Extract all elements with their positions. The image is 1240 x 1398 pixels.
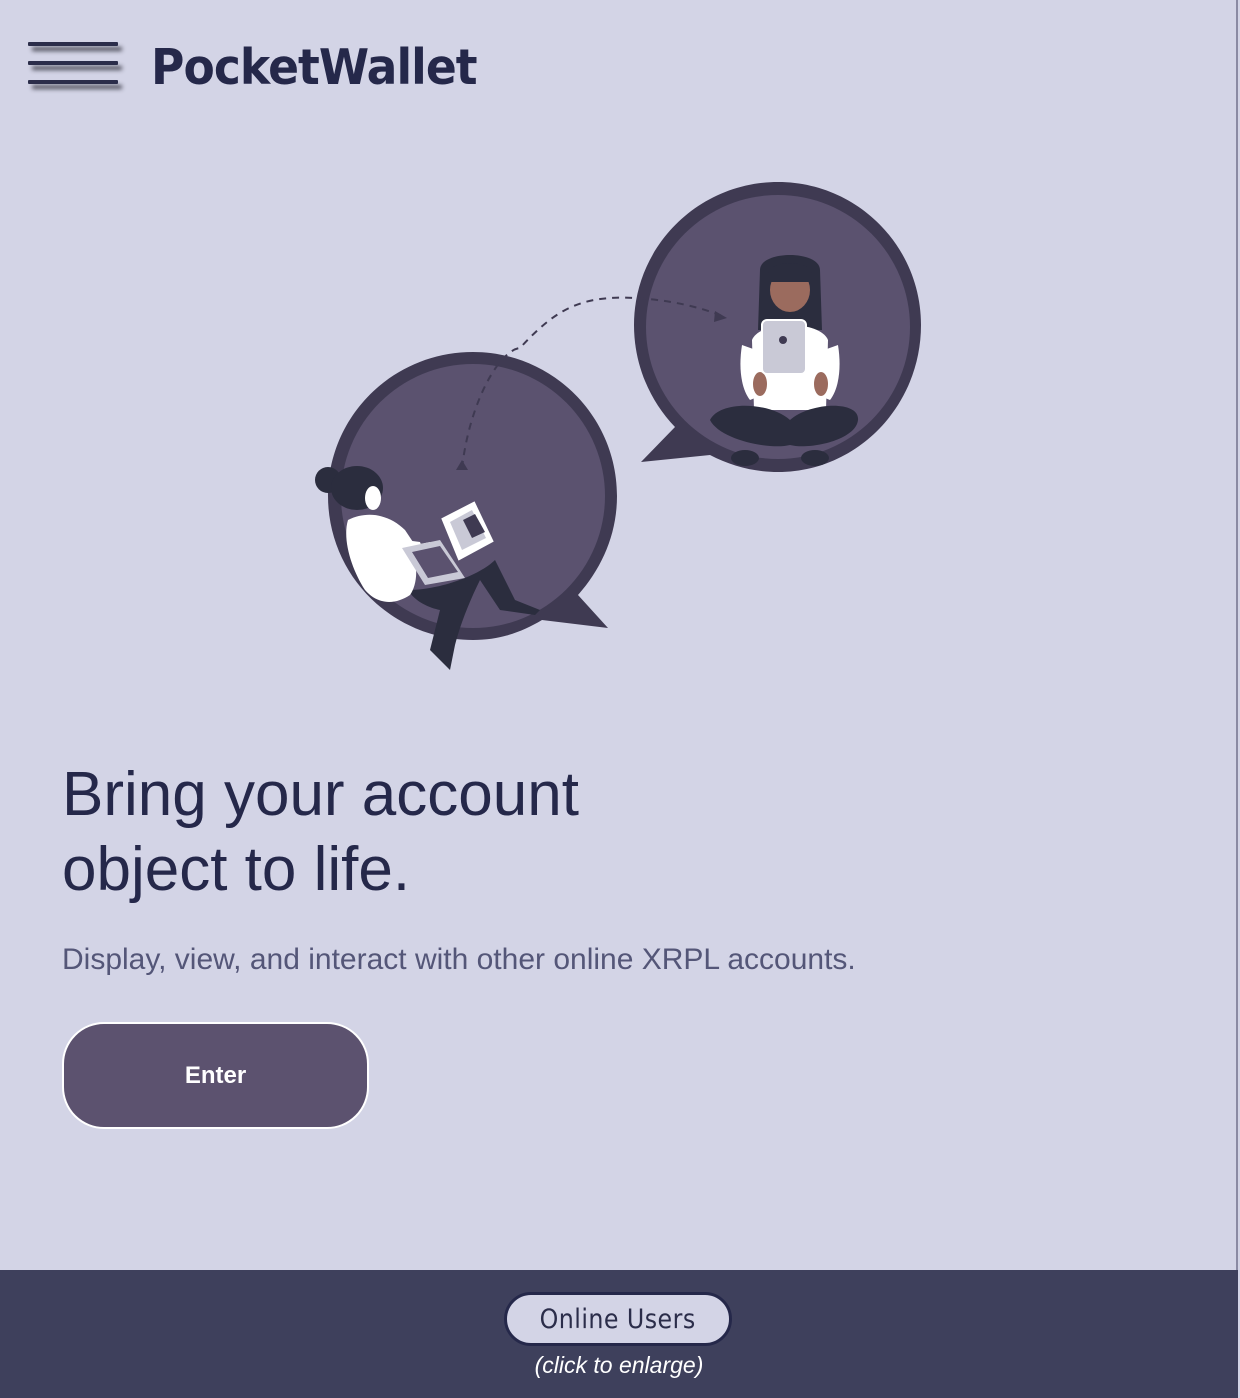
footer-bar: Online Users (click to enlarge) — [0, 1270, 1238, 1398]
hero-title-line2: object to life. — [62, 835, 411, 904]
hero-title-line1: Bring your account — [62, 760, 579, 829]
online-users-button[interactable]: Online Users — [504, 1292, 732, 1346]
enlarge-hint: (click to enlarge) — [534, 1352, 704, 1378]
chat-bubbles-people-illustration — [315, 182, 921, 670]
online-users-label: Online Users — [539, 1303, 697, 1335]
enter-button[interactable]: Enter — [62, 1022, 369, 1129]
landing-page: PocketWallet Bring your account object t… — [0, 0, 1238, 1398]
brand-logo-text[interactable]: PocketWallet — [151, 38, 478, 98]
hero-subtitle: Display, view, and interact with other o… — [62, 943, 856, 976]
hero-title: Bring your account object to life. — [62, 757, 762, 907]
hamburger-menu-button[interactable] — [28, 40, 130, 96]
